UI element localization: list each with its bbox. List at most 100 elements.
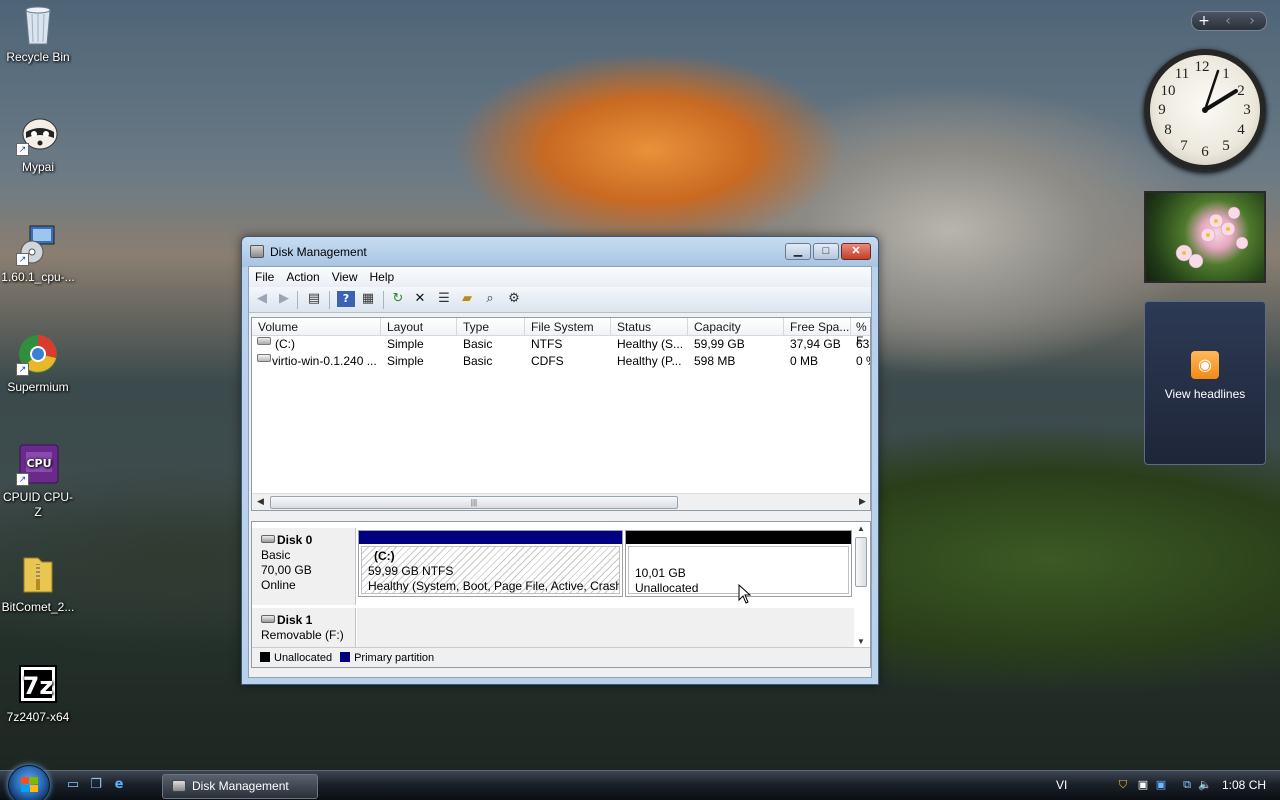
- volume-muted-icon[interactable]: 🔈: [1198, 778, 1212, 792]
- scroll-right-icon[interactable]: ▶: [859, 496, 866, 507]
- help-icon[interactable]: ?: [337, 291, 355, 307]
- tray-app-icon[interactable]: ▣: [1154, 778, 1168, 792]
- network-icon[interactable]: ⧉: [1180, 778, 1194, 792]
- partition-c-body: (C:) 59,99 GB NTFS Healthy (System, Boot…: [361, 546, 620, 594]
- cell-type: Basic: [463, 337, 493, 351]
- back-arrow-icon[interactable]: ◀: [253, 291, 271, 307]
- desktop-icon-bitcomet[interactable]: BitComet_2...: [0, 552, 76, 615]
- desktop-icon-recycle-bin[interactable]: Recycle Bin: [0, 2, 76, 65]
- menu-action[interactable]: Action: [280, 267, 325, 284]
- maximize-button[interactable]: □: [813, 243, 839, 260]
- disk-management-window[interactable]: Disk Management ▁ □ ✕ File Action View Help…: [241, 236, 879, 685]
- partition-c-header-bar: [359, 531, 622, 544]
- close-button[interactable]: ✕: [841, 243, 871, 260]
- disk-0-info[interactable]: Disk 0 Basic 70,00 GB Online: [252, 528, 356, 605]
- partition-c-size: 59,99 GB NTFS: [368, 564, 454, 578]
- desktop-icon-cpu-installer[interactable]: ↗ 1.60.1_cpu-...: [0, 222, 76, 285]
- toolbar: ◀ ▶ ▤ ? ▦ ↻ ✕ ☰ ▰ ⌕ ⚙: [249, 287, 871, 313]
- desktop-icon-cpuz[interactable]: CPU ↗ CPUID CPU-Z: [0, 442, 76, 520]
- column-header-file-system[interactable]: File System: [531, 320, 594, 334]
- menu-view[interactable]: View: [326, 267, 364, 284]
- desktop-icon-7zip[interactable]: 7z 7z2407-x64: [0, 662, 76, 725]
- column-header-free-space[interactable]: Free Spa...: [790, 320, 849, 334]
- window-client-area: File Action View Help ◀ ▶ ▤ ? ▦ ↻ ✕ ☰ ▰ ⌕ ⚙…: [248, 266, 872, 678]
- menu-file[interactable]: File: [249, 267, 280, 284]
- menu-help[interactable]: Help: [364, 267, 401, 284]
- refresh-icon[interactable]: ↻: [389, 291, 407, 307]
- desktop-icon-mypai[interactable]: ↗ Mypai: [0, 112, 76, 175]
- disk-size: 70,00 GB: [261, 563, 312, 577]
- partition-c[interactable]: (C:) 59,99 GB NTFS Healthy (System, Boot…: [358, 530, 623, 597]
- settings-icon[interactable]: ⚙: [505, 291, 523, 307]
- legend-swatch-unallocated: [260, 652, 270, 662]
- disk-1-info[interactable]: Disk 1 Removable (F:): [252, 608, 356, 648]
- disk-graphical-view[interactable]: Disk 0 Basic 70,00 GB Online (C:) 59,99 …: [251, 521, 871, 668]
- scroll-left-icon[interactable]: ◀: [257, 496, 264, 507]
- delete-icon[interactable]: ✕: [411, 291, 429, 307]
- disk-management-app-icon: [250, 245, 264, 258]
- scroll-up-icon[interactable]: ▲: [854, 524, 868, 533]
- scrollbar-thumb[interactable]: |||: [270, 496, 678, 509]
- properties-icon[interactable]: ☰: [435, 291, 453, 307]
- column-header-type[interactable]: Type: [463, 320, 489, 334]
- properties-pane-icon[interactable]: ▦: [359, 291, 377, 307]
- start-button[interactable]: [8, 765, 50, 800]
- scrollbar-thumb[interactable]: [855, 537, 867, 587]
- gadget-next-button[interactable]: ›: [1240, 12, 1264, 30]
- column-header-volume[interactable]: Volume: [258, 320, 298, 334]
- switch-windows-icon[interactable]: ❐: [87, 777, 105, 793]
- disk-type: Removable (F:): [261, 628, 344, 642]
- cell-percent-free: 0 %: [856, 354, 870, 368]
- feed-headlines-gadget[interactable]: ◉ View headlines: [1144, 301, 1266, 465]
- horizontal-scrollbar[interactable]: ◀ ||| ▶: [252, 493, 870, 510]
- tray-app-icon[interactable]: ▣: [1136, 778, 1150, 792]
- zip-folder-icon: [16, 552, 60, 596]
- title-bar[interactable]: Disk Management ▁ □ ✕: [242, 237, 878, 267]
- hard-drive-icon: [257, 337, 271, 345]
- toolbar-separator: [297, 291, 298, 309]
- vertical-scrollbar[interactable]: ▲ ▼: [854, 524, 868, 646]
- forward-arrow-icon[interactable]: ▶: [275, 291, 293, 307]
- taskbar-button-disk-management[interactable]: Disk Management: [162, 774, 318, 799]
- cell-status: Healthy (P...: [617, 354, 682, 368]
- disk-icon: [261, 535, 275, 543]
- add-gadget-button[interactable]: +: [1192, 12, 1216, 30]
- unallocated-size: 10,01 GB: [635, 566, 686, 580]
- volume-list[interactable]: Volume Layout Type File System Status Ca…: [251, 317, 871, 511]
- cell-file-system: CDFS: [531, 354, 564, 368]
- open-folder-icon[interactable]: ▰: [458, 291, 476, 307]
- disk-management-app-icon: [172, 780, 186, 792]
- gadget-prev-button[interactable]: ‹: [1216, 12, 1240, 30]
- recycle-bin-icon: [16, 2, 60, 46]
- volume-list-header: Volume Layout Type File System Status Ca…: [252, 318, 870, 348]
- window-title: Disk Management: [270, 245, 367, 259]
- column-header-status[interactable]: Status: [617, 320, 651, 334]
- windows-logo-icon: [21, 777, 39, 794]
- scroll-down-icon[interactable]: ▼: [854, 637, 868, 646]
- security-shield-icon[interactable]: ⛉: [1116, 778, 1130, 792]
- partition-legend: Unallocated Primary partition: [252, 647, 870, 667]
- cell-volume: (C:): [275, 337, 295, 351]
- cell-type: Basic: [463, 354, 493, 368]
- table-row[interactable]: (C:) Simple Basic NTFS Healthy (S... 59,…: [252, 336, 870, 353]
- scrollbar-grip: |||: [470, 498, 478, 507]
- column-header-capacity[interactable]: Capacity: [694, 320, 741, 334]
- column-header-layout[interactable]: Layout: [387, 320, 423, 334]
- show-hide-console-tree-icon[interactable]: ▤: [305, 291, 323, 307]
- explore-icon[interactable]: ⌕: [481, 291, 499, 307]
- clock-time[interactable]: 1:08 CH: [1222, 778, 1266, 792]
- minimize-button[interactable]: ▁: [785, 243, 811, 260]
- table-row[interactable]: virtio-win-0.1.240 ... Simple Basic CDFS…: [252, 353, 870, 370]
- show-desktop-icon[interactable]: ▭: [64, 777, 82, 793]
- shortcut-arrow-icon: ↗: [16, 143, 29, 156]
- clock-gadget[interactable]: 12 1 2 3 4 5 6 7 8 9 10 11: [1144, 49, 1266, 171]
- svg-text:7z: 7z: [23, 672, 54, 700]
- status-bar: [249, 669, 871, 677]
- slideshow-gadget[interactable]: [1144, 191, 1266, 283]
- cell-file-system: NTFS: [531, 337, 563, 351]
- language-indicator[interactable]: VI: [1056, 778, 1067, 792]
- desktop-icon-supermium[interactable]: ↗ Supermium: [0, 332, 76, 395]
- flower-photo: [1175, 206, 1249, 269]
- internet-explorer-icon[interactable]: e: [110, 777, 128, 793]
- cell-layout: Simple: [387, 337, 424, 351]
